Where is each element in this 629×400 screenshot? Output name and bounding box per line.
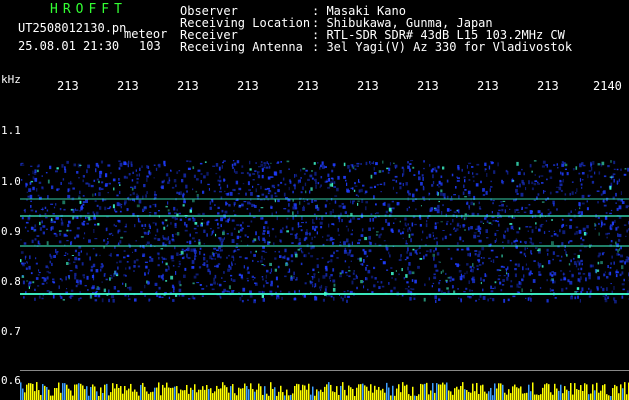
meteor-count: 103 xyxy=(139,39,161,53)
y-tick-1-1: 1.1 xyxy=(1,124,21,137)
x-tick: 2140 xyxy=(593,79,622,93)
y-tick-0-7: 0.7 xyxy=(1,325,21,338)
x-tick: 213 xyxy=(417,79,439,93)
x-tick: 213 xyxy=(237,79,259,93)
file-name: UT2508012130.pn xyxy=(18,21,127,35)
x-tick: 213 xyxy=(477,79,499,93)
hrofft-window: { "header": { "app_title": "HROFFT", "fi… xyxy=(0,0,629,400)
level-separator xyxy=(20,370,629,371)
x-tick: 213 xyxy=(297,79,319,93)
datetime: 25.08.01 21:30 xyxy=(18,39,120,53)
y-tick-0-9: 0.9 xyxy=(1,225,21,238)
x-tick: 213 xyxy=(537,79,559,93)
x-tick: 213 xyxy=(357,79,379,93)
x-tick: 213 xyxy=(117,79,139,93)
spectrogram-canvas xyxy=(20,160,629,304)
antenna-value: : 3el Yagi(V) Az 330 for Vladivostok xyxy=(312,40,573,54)
antenna-label: Receiving Antenna xyxy=(180,40,303,54)
app-title: HROFFT xyxy=(50,2,127,17)
spectrogram xyxy=(20,95,629,370)
y-tick-0-8: 0.8 xyxy=(1,275,21,288)
signal-level-bars xyxy=(20,382,629,400)
x-tick: 213 xyxy=(57,79,79,93)
x-tick: 213 xyxy=(177,79,199,93)
y-tick-1-0: 1.0 xyxy=(1,175,21,188)
y-unit-label: kHz xyxy=(1,73,21,86)
y-tick-0-6: 0.6 xyxy=(1,374,21,387)
